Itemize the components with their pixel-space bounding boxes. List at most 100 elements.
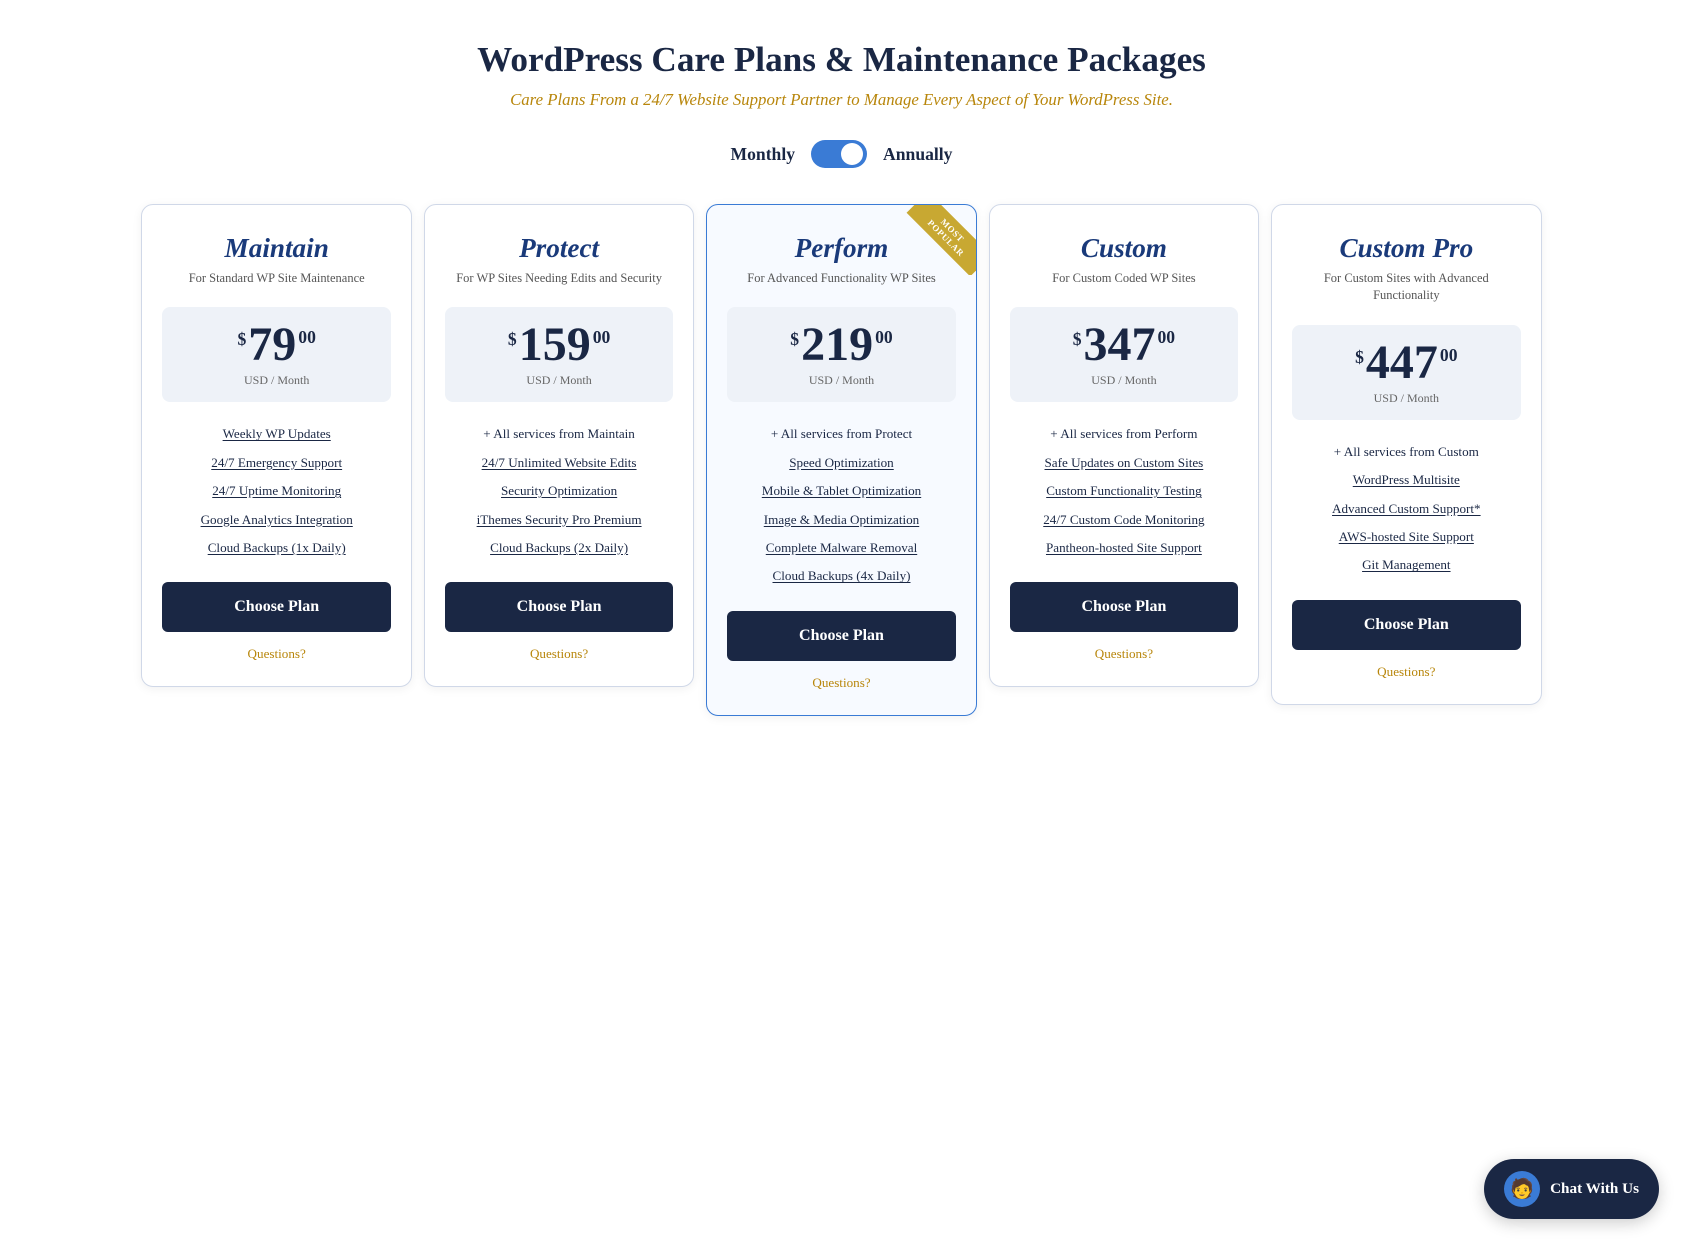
choose-plan-button[interactable]: Choose Plan (445, 582, 673, 632)
plan-card-custom: Custom For Custom Coded WP Sites $ 347 0… (989, 204, 1259, 687)
price-dollar: $ (508, 329, 517, 350)
page-title: WordPress Care Plans & Maintenance Packa… (20, 40, 1663, 80)
features-list: Weekly WP Updates 24/7 Emergency Support… (162, 420, 390, 562)
billing-toggle-section: Monthly Annually (20, 140, 1663, 168)
price-main: $ 159 00 (455, 321, 663, 369)
chat-avatar: 🧑 (1504, 1171, 1540, 1207)
price-amount: 347 (1084, 321, 1156, 369)
price-block: $ 79 00 USD / Month (162, 307, 390, 402)
feature-item: Advanced Custom Support* (1292, 495, 1520, 523)
feature-item: Safe Updates on Custom Sites (1010, 449, 1238, 477)
plan-card-perform: MOST POPULAR Perform For Advanced Functi… (706, 204, 976, 716)
feature-item: Cloud Backups (4x Daily) (727, 562, 955, 590)
price-amount: 159 (519, 321, 591, 369)
price-cents: 00 (593, 327, 611, 348)
most-popular-badge: MOST POPULAR (906, 205, 976, 275)
page-header: WordPress Care Plans & Maintenance Packa… (20, 40, 1663, 110)
plan-header: Protect For WP Sites Needing Edits and S… (445, 233, 673, 303)
price-main: $ 447 00 (1302, 339, 1510, 387)
plan-card-custom-pro: Custom Pro For Custom Sites with Advance… (1271, 204, 1541, 705)
price-main: $ 219 00 (737, 321, 945, 369)
choose-plan-button[interactable]: Choose Plan (162, 582, 390, 632)
feature-item: 24/7 Unlimited Website Edits (445, 449, 673, 477)
plan-header: Custom Pro For Custom Sites with Advance… (1292, 233, 1520, 321)
choose-plan-button[interactable]: Choose Plan (727, 611, 955, 661)
questions-link[interactable]: Questions? (162, 646, 390, 662)
plan-desc: For Custom Sites with Advanced Functiona… (1292, 270, 1520, 305)
chat-widget[interactable]: 🧑 Chat With Us (1484, 1159, 1659, 1219)
price-main: $ 79 00 (172, 321, 380, 369)
price-period: USD / Month (172, 373, 380, 388)
choose-plan-button[interactable]: Choose Plan (1010, 582, 1238, 632)
price-block: $ 159 00 USD / Month (445, 307, 673, 402)
price-amount: 79 (248, 321, 296, 369)
feature-item: Pantheon-hosted Site Support (1010, 534, 1238, 562)
plan-name: Maintain (162, 233, 390, 264)
monthly-label: Monthly (731, 144, 796, 165)
plan-name: Custom Pro (1292, 233, 1520, 264)
price-cents: 00 (1440, 345, 1458, 366)
feature-item: + All services from Protect (727, 420, 955, 448)
price-block: $ 219 00 USD / Month (727, 307, 955, 402)
feature-item: + All services from Custom (1292, 438, 1520, 466)
price-amount: 447 (1366, 339, 1438, 387)
price-period: USD / Month (1302, 391, 1510, 406)
feature-item: + All services from Maintain (445, 420, 673, 448)
features-list: + All services from Custom WordPress Mul… (1292, 438, 1520, 580)
price-main: $ 347 00 (1020, 321, 1228, 369)
billing-toggle[interactable] (811, 140, 867, 168)
questions-link[interactable]: Questions? (445, 646, 673, 662)
feature-item: AWS-hosted Site Support (1292, 523, 1520, 551)
feature-item: Google Analytics Integration (162, 506, 390, 534)
plan-desc: For Standard WP Site Maintenance (162, 270, 390, 287)
plan-card-protect: Protect For WP Sites Needing Edits and S… (424, 204, 694, 687)
plan-card-maintain: Maintain For Standard WP Site Maintenanc… (141, 204, 411, 687)
price-cents: 00 (1158, 327, 1176, 348)
plans-container: Maintain For Standard WP Site Maintenanc… (142, 204, 1542, 716)
feature-item: Cloud Backups (2x Daily) (445, 534, 673, 562)
feature-item: Git Management (1292, 551, 1520, 579)
feature-item: Mobile & Tablet Optimization (727, 477, 955, 505)
price-cents: 00 (875, 327, 893, 348)
plan-desc: For WP Sites Needing Edits and Security (445, 270, 673, 287)
feature-item: iThemes Security Pro Premium (445, 506, 673, 534)
plan-header: Maintain For Standard WP Site Maintenanc… (162, 233, 390, 303)
feature-item: Security Optimization (445, 477, 673, 505)
annually-label: Annually (883, 144, 952, 165)
plan-name: Protect (445, 233, 673, 264)
feature-item: 24/7 Emergency Support (162, 449, 390, 477)
page-subtitle: Care Plans From a 24/7 Website Support P… (20, 90, 1663, 110)
questions-link[interactable]: Questions? (1010, 646, 1238, 662)
price-amount: 219 (801, 321, 873, 369)
feature-item: 24/7 Custom Code Monitoring (1010, 506, 1238, 534)
price-period: USD / Month (737, 373, 945, 388)
feature-item: Weekly WP Updates (162, 420, 390, 448)
price-block: $ 347 00 USD / Month (1010, 307, 1238, 402)
price-dollar: $ (790, 329, 799, 350)
feature-item: Cloud Backups (1x Daily) (162, 534, 390, 562)
feature-item: Speed Optimization (727, 449, 955, 477)
price-period: USD / Month (1020, 373, 1228, 388)
features-list: + All services from Perform Safe Updates… (1010, 420, 1238, 562)
price-period: USD / Month (455, 373, 663, 388)
questions-link[interactable]: Questions? (1292, 664, 1520, 680)
plan-header: Custom For Custom Coded WP Sites (1010, 233, 1238, 303)
chat-label: Chat With Us (1550, 1180, 1639, 1198)
feature-item: 24/7 Uptime Monitoring (162, 477, 390, 505)
feature-item: Image & Media Optimization (727, 506, 955, 534)
features-list: + All services from Maintain 24/7 Unlimi… (445, 420, 673, 562)
choose-plan-button[interactable]: Choose Plan (1292, 600, 1520, 650)
questions-link[interactable]: Questions? (727, 675, 955, 691)
price-cents: 00 (298, 327, 316, 348)
price-dollar: $ (1355, 347, 1364, 368)
price-block: $ 447 00 USD / Month (1292, 325, 1520, 420)
feature-item: Custom Functionality Testing (1010, 477, 1238, 505)
badge-ribbon-label: MOST POPULAR (906, 205, 975, 275)
feature-item: + All services from Perform (1010, 420, 1238, 448)
features-list: + All services from Protect Speed Optimi… (727, 420, 955, 590)
price-dollar: $ (237, 329, 246, 350)
plan-desc: For Custom Coded WP Sites (1010, 270, 1238, 287)
price-dollar: $ (1073, 329, 1082, 350)
feature-item: WordPress Multisite (1292, 466, 1520, 494)
plan-name: Custom (1010, 233, 1238, 264)
